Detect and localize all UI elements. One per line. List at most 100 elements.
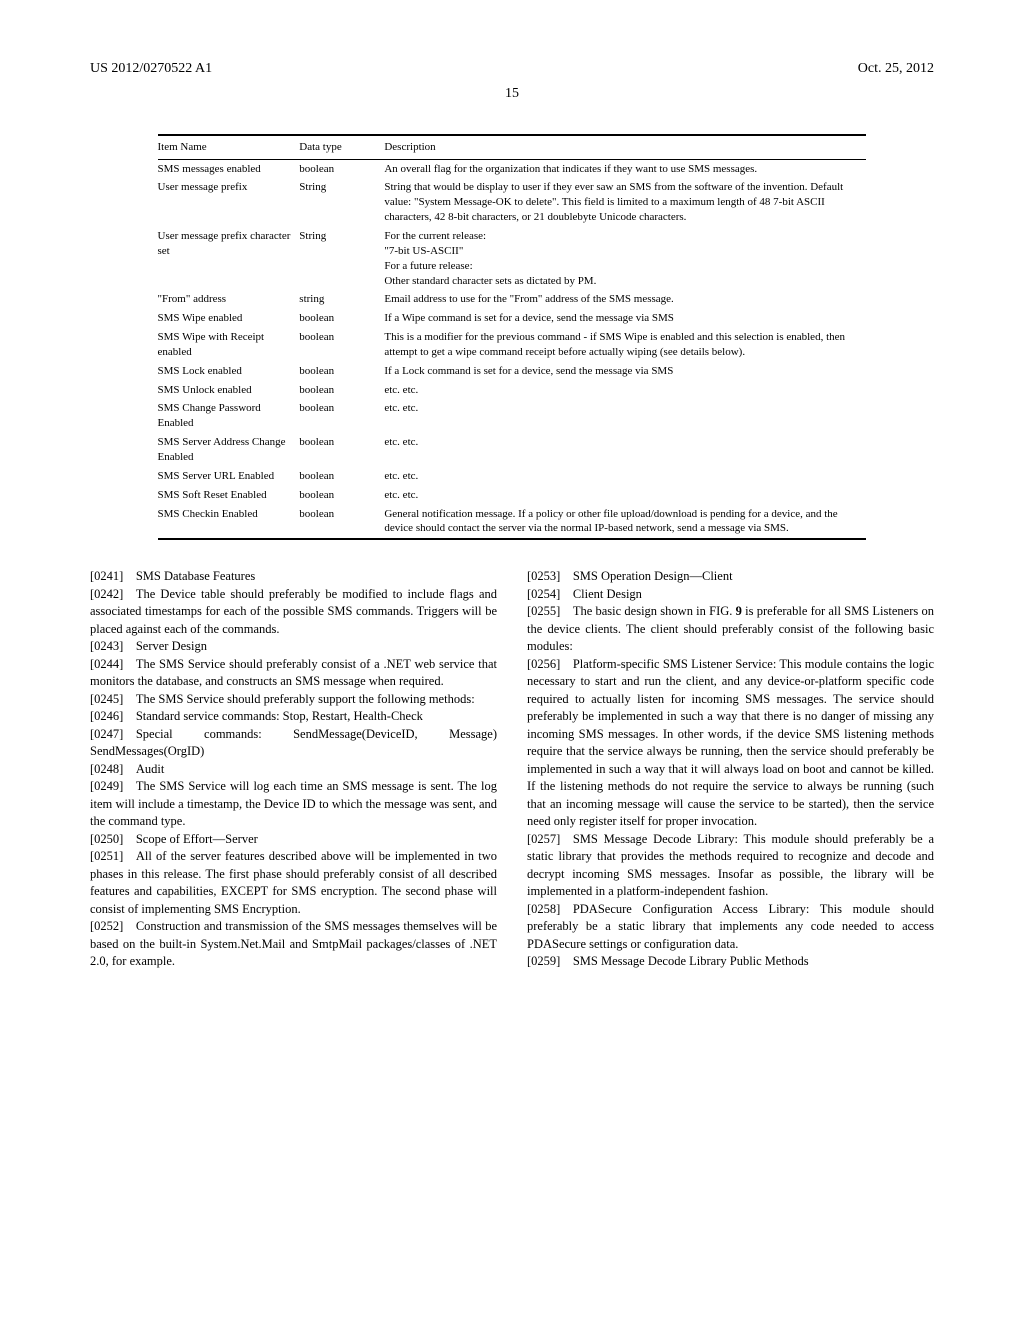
table-row: SMS Checkin EnabledbooleanGeneral notifi… bbox=[158, 505, 867, 540]
paragraph-number: [0259] bbox=[527, 954, 560, 968]
cell-item-name: SMS Wipe enabled bbox=[158, 309, 300, 328]
cell-item-name: SMS Change Password Enabled bbox=[158, 399, 300, 433]
paragraph-text: All of the server features described abo… bbox=[90, 849, 497, 916]
paragraph-number: [0242] bbox=[90, 587, 123, 601]
paragraph: [0250] Scope of Effort—Server bbox=[90, 831, 497, 849]
paragraph: [0255] The basic design shown in FIG. 9 … bbox=[527, 603, 934, 656]
cell-description: etc. etc. bbox=[384, 399, 866, 433]
cell-item-name: SMS Wipe with Receipt enabled bbox=[158, 328, 300, 362]
table-row: User message prefix character setStringF… bbox=[158, 227, 867, 290]
paragraph-text: SMS Message Decode Library: This module … bbox=[527, 832, 934, 899]
paragraph-text: Standard service commands: Stop, Restart… bbox=[136, 709, 423, 723]
paragraph-number: [0251] bbox=[90, 849, 123, 863]
cell-item-name: SMS Soft Reset Enabled bbox=[158, 486, 300, 505]
cell-description: If a Lock command is set for a device, s… bbox=[384, 362, 866, 381]
paragraph-text: Audit bbox=[136, 762, 164, 776]
page-number: 15 bbox=[90, 85, 934, 104]
left-column: [0241] SMS Database Features[0242] The D… bbox=[90, 568, 497, 971]
paragraph-text: Scope of Effort—Server bbox=[136, 832, 258, 846]
cell-data-type: boolean bbox=[299, 328, 384, 362]
cell-description: General notification message. If a polic… bbox=[384, 505, 866, 540]
paragraph-number: [0250] bbox=[90, 832, 123, 846]
paragraph-text: The SMS Service will log each time an SM… bbox=[90, 779, 497, 828]
paragraph-text: Construction and transmission of the SMS… bbox=[90, 919, 497, 968]
paragraph: [0256] Platform-specific SMS Listener Se… bbox=[527, 656, 934, 831]
paragraph-text: The Device table should preferably be mo… bbox=[90, 587, 497, 636]
publication-date: Oct. 25, 2012 bbox=[858, 60, 934, 79]
paragraph: [0244] The SMS Service should preferably… bbox=[90, 656, 497, 691]
paragraph: [0241] SMS Database Features bbox=[90, 568, 497, 586]
cell-data-type: boolean bbox=[299, 381, 384, 400]
paragraph-number: [0253] bbox=[527, 569, 560, 583]
table-row: SMS Unlock enabledbooleanetc. etc. bbox=[158, 381, 867, 400]
cell-data-type: boolean bbox=[299, 505, 384, 540]
paragraph-number: [0255] bbox=[527, 604, 560, 618]
right-column: [0253] SMS Operation Design—Client[0254]… bbox=[527, 568, 934, 971]
cell-item-name: SMS Server Address Change Enabled bbox=[158, 433, 300, 467]
cell-item-name: User message prefix bbox=[158, 178, 300, 227]
paragraph: [0251] All of the server features descri… bbox=[90, 848, 497, 918]
cell-data-type: String bbox=[299, 178, 384, 227]
cell-data-type: boolean bbox=[299, 399, 384, 433]
paragraph-number: [0258] bbox=[527, 902, 560, 916]
cell-data-type: boolean bbox=[299, 486, 384, 505]
paragraph-number: [0249] bbox=[90, 779, 123, 793]
paragraph-number: [0254] bbox=[527, 587, 560, 601]
cell-description: etc. etc. bbox=[384, 486, 866, 505]
col-header-description: Description bbox=[384, 135, 866, 159]
table-row: SMS Lock enabledbooleanIf a Lock command… bbox=[158, 362, 867, 381]
cell-description: etc. etc. bbox=[384, 467, 866, 486]
cell-item-name: SMS Lock enabled bbox=[158, 362, 300, 381]
cell-item-name: User message prefix character set bbox=[158, 227, 300, 290]
table-row: SMS messages enabledbooleanAn overall fl… bbox=[158, 159, 867, 178]
table-row: SMS Server Address Change Enabledboolean… bbox=[158, 433, 867, 467]
cell-data-type: boolean bbox=[299, 309, 384, 328]
paragraph-text: Platform-specific SMS Listener Service: … bbox=[527, 657, 934, 829]
paragraph-text: The SMS Service should preferably suppor… bbox=[136, 692, 475, 706]
paragraph-number: [0244] bbox=[90, 657, 123, 671]
paragraph: [0249] The SMS Service will log each tim… bbox=[90, 778, 497, 831]
paragraph-number: [0252] bbox=[90, 919, 123, 933]
body-columns: [0241] SMS Database Features[0242] The D… bbox=[90, 568, 934, 971]
cell-description: An overall flag for the organization tha… bbox=[384, 159, 866, 178]
cell-data-type: String bbox=[299, 227, 384, 290]
paragraph-number: [0247] bbox=[90, 727, 123, 741]
paragraph: [0257] SMS Message Decode Library: This … bbox=[527, 831, 934, 901]
cell-description: For the current release: "7-bit US-ASCII… bbox=[384, 227, 866, 290]
cell-item-name: SMS Checkin Enabled bbox=[158, 505, 300, 540]
paragraph: [0253] SMS Operation Design—Client bbox=[527, 568, 934, 586]
cell-item-name: SMS Unlock enabled bbox=[158, 381, 300, 400]
cell-data-type: boolean bbox=[299, 433, 384, 467]
paragraph-number: [0246] bbox=[90, 709, 123, 723]
paragraph-text: Special commands: SendMessage(DeviceID, … bbox=[90, 727, 497, 759]
paragraph-text: Server Design bbox=[136, 639, 207, 653]
paragraph-number: [0256] bbox=[527, 657, 560, 671]
col-header-item-name: Item Name bbox=[158, 135, 300, 159]
table-row: SMS Soft Reset Enabledbooleanetc. etc. bbox=[158, 486, 867, 505]
table-row: SMS Server URL Enabledbooleanetc. etc. bbox=[158, 467, 867, 486]
parameters-table: Item Name Data type Description SMS mess… bbox=[158, 134, 867, 540]
table-row: SMS Change Password Enabledbooleanetc. e… bbox=[158, 399, 867, 433]
paragraph: [0242] The Device table should preferabl… bbox=[90, 586, 497, 639]
figure-reference: 9 bbox=[736, 604, 742, 618]
cell-description: This is a modifier for the previous comm… bbox=[384, 328, 866, 362]
table-row: "From" addressstringEmail address to use… bbox=[158, 290, 867, 309]
paragraph: [0243] Server Design bbox=[90, 638, 497, 656]
paragraph: [0252] Construction and transmission of … bbox=[90, 918, 497, 971]
cell-data-type: string bbox=[299, 290, 384, 309]
paragraph: [0258] PDASecure Configuration Access Li… bbox=[527, 901, 934, 954]
paragraph-number: [0243] bbox=[90, 639, 123, 653]
cell-data-type: boolean bbox=[299, 159, 384, 178]
table-row: User message prefixStringString that wou… bbox=[158, 178, 867, 227]
cell-description: String that would be display to user if … bbox=[384, 178, 866, 227]
paragraph-text: The basic design shown in FIG. 9 is pref… bbox=[527, 604, 934, 653]
cell-item-name: "From" address bbox=[158, 290, 300, 309]
paragraph-text: PDASecure Configuration Access Library: … bbox=[527, 902, 934, 951]
cell-description: etc. etc. bbox=[384, 381, 866, 400]
paragraph-text: SMS Operation Design—Client bbox=[573, 569, 733, 583]
table-row: SMS Wipe enabledbooleanIf a Wipe command… bbox=[158, 309, 867, 328]
page-header: US 2012/0270522 A1 Oct. 25, 2012 bbox=[90, 60, 934, 79]
cell-description: Email address to use for the "From" addr… bbox=[384, 290, 866, 309]
cell-item-name: SMS Server URL Enabled bbox=[158, 467, 300, 486]
paragraph-text: The SMS Service should preferably consis… bbox=[90, 657, 497, 689]
